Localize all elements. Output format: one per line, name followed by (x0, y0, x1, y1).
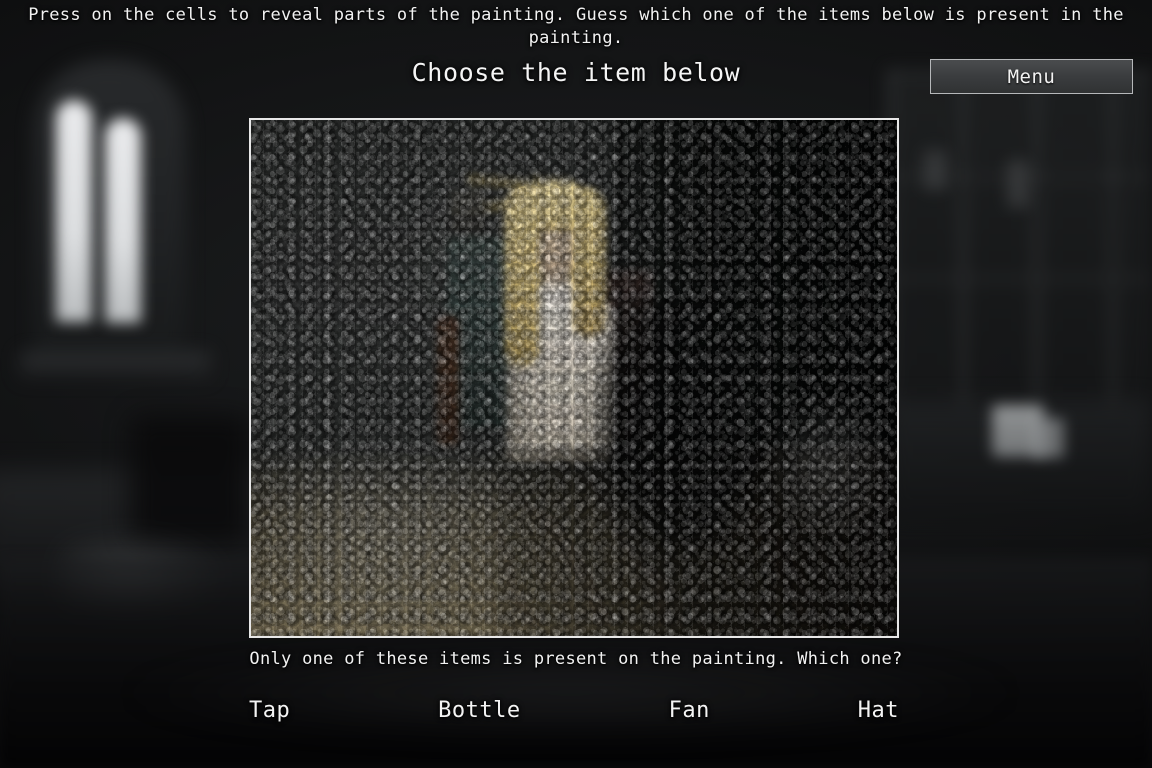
item-options-row: Tap Bottle Fan Hat (249, 694, 899, 726)
option-hat[interactable]: Hat (858, 698, 899, 723)
left-dark-object-decor (130, 415, 250, 545)
option-tap[interactable]: Tap (249, 698, 290, 723)
shelf-item-b-decor (1007, 160, 1029, 208)
game-screen: Press on the cells to reveal parts of th… (0, 0, 1152, 768)
right-jar-secondary-decor (1034, 418, 1064, 458)
window-pane-left-decor (56, 100, 92, 322)
menu-button[interactable]: Menu (930, 59, 1133, 94)
option-bottle[interactable]: Bottle (438, 698, 520, 723)
shelf-item-a-decor (923, 150, 947, 190)
revealed-cell-region[interactable] (441, 160, 671, 460)
window-pane-right-decor (105, 118, 141, 323)
menu-button-label: Menu (1007, 65, 1056, 88)
painting-panel[interactable] (249, 118, 899, 638)
footer-prompt-text: Only one of these items is present on th… (249, 649, 903, 669)
instructions-text: Press on the cells to reveal parts of th… (28, 5, 1124, 48)
window-sill-decor (20, 352, 210, 378)
painting-canvas[interactable] (251, 120, 897, 636)
option-fan[interactable]: Fan (669, 698, 710, 723)
right-shelf-decor (887, 70, 1152, 410)
